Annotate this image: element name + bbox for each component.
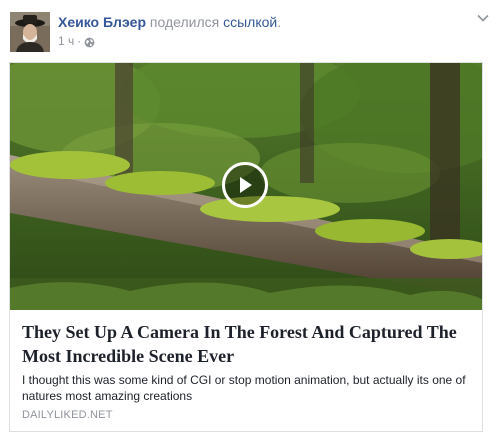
chevron-down-icon[interactable] (476, 12, 490, 24)
video-thumbnail[interactable] (10, 63, 482, 310)
meta-separator: · (77, 34, 82, 48)
feed-post: Хеико Блэер поделился ссылкой. 1 ч · The… (0, 0, 500, 436)
link-attachment[interactable]: They Set Up A Camera In The Forest And C… (9, 62, 483, 432)
post-meta: 1 ч · (58, 33, 95, 49)
action-text: поделился (146, 14, 224, 30)
attachment-title[interactable]: They Set Up A Camera In The Forest And C… (22, 320, 472, 368)
attachment-description: I thought this was some kind of CGI or s… (22, 373, 466, 403)
action-end: . (277, 14, 282, 30)
globe-icon[interactable] (84, 36, 95, 47)
post-timestamp[interactable]: 1 ч (58, 33, 74, 49)
actor-name[interactable]: Хеико Блэер (58, 14, 146, 30)
attachment-body[interactable]: They Set Up A Camera In The Forest And C… (10, 310, 482, 431)
play-icon[interactable] (222, 162, 268, 208)
avatar[interactable] (10, 12, 50, 52)
shared-link[interactable]: ссылкой (223, 14, 277, 30)
attachment-domain: DAILYLIKED.NET (22, 409, 113, 421)
post-header: Хеико Блэер поделился ссылкой. (58, 13, 281, 31)
